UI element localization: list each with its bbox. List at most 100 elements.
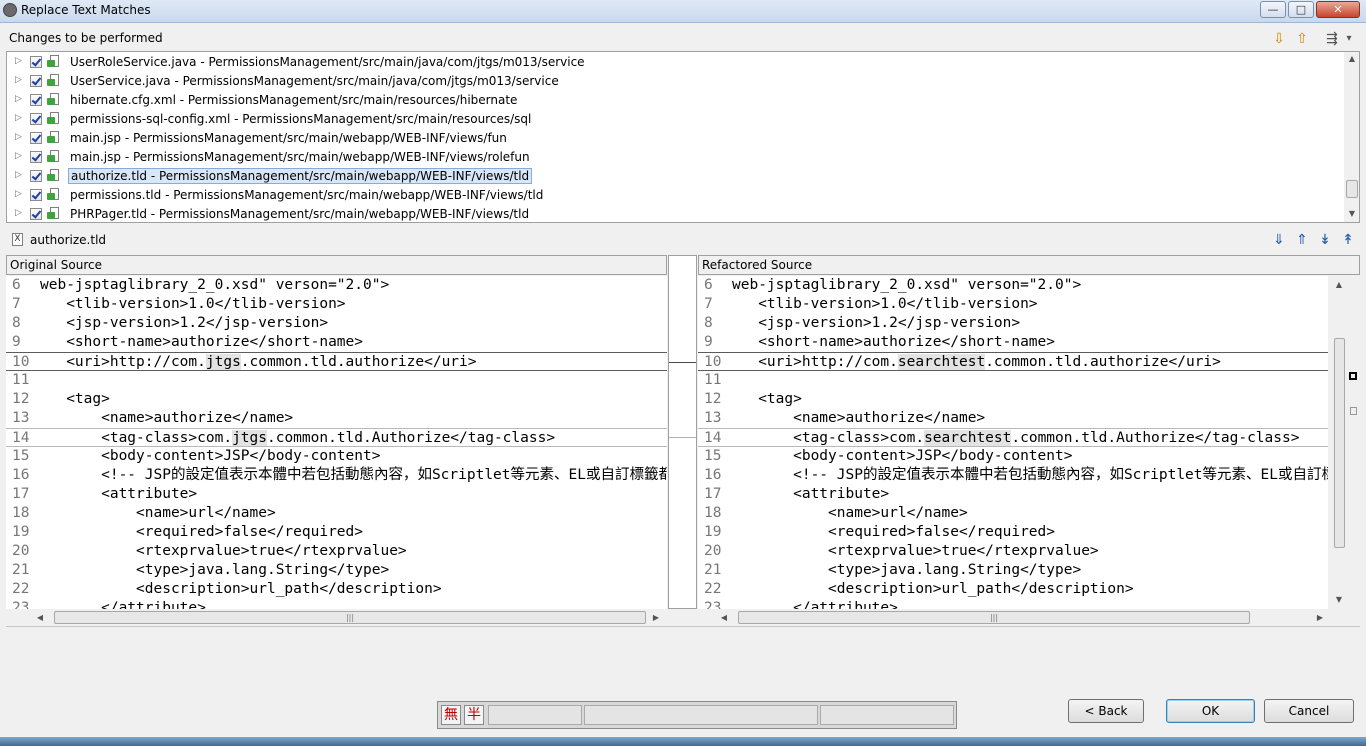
next-change-icon[interactable]: ⇓ (1270, 231, 1288, 249)
code-text: <jsp-version>1.2</jsp-version> (40, 315, 329, 331)
down-arrow-icon[interactable]: ⇩ (1270, 30, 1288, 48)
expand-arrow-icon[interactable]: ▷ (15, 151, 23, 161)
include-checkbox[interactable] (30, 75, 42, 87)
filter-icon[interactable]: ⇶ (1323, 30, 1341, 48)
expand-arrow-icon[interactable]: ▷ (15, 208, 23, 218)
scroll-right-icon[interactable]: ▶ (1312, 613, 1328, 622)
tree-item-label: UserRoleService.java - PermissionsManage… (70, 55, 585, 69)
refactored-scroll-thumb[interactable] (1334, 338, 1345, 548)
include-checkbox[interactable] (30, 208, 42, 220)
tree-item-label: authorize.tld - PermissionsManagement/sr… (68, 168, 533, 184)
scroll-right-icon[interactable]: ▶ (648, 613, 664, 622)
scroll-up-icon[interactable]: ▲ (1331, 280, 1347, 289)
tree-item-label: permissions.tld - PermissionsManagement/… (70, 188, 544, 202)
connector-line (669, 437, 696, 438)
changes-tree[interactable]: ▷ UserRoleService.java - PermissionsManag… (6, 51, 1360, 223)
line-number: 11 (704, 372, 722, 388)
up-arrow-icon[interactable]: ⇧ (1293, 30, 1311, 48)
line-number: 17 (704, 486, 722, 502)
tree-item[interactable]: ▷ main.jsp - PermissionsManagement/src/ma… (7, 148, 1342, 167)
scroll-left-icon[interactable]: ◀ (32, 613, 48, 622)
include-checkbox[interactable] (30, 132, 42, 144)
line-number: 10 (12, 354, 30, 370)
previous-change-icon[interactable]: ⇑ (1293, 231, 1311, 249)
refactored-horizontal-scrollbar[interactable]: ◀ ||| ▶ (716, 610, 1328, 625)
tree-item[interactable]: ▷ UserRoleService.java - PermissionsManag… (7, 53, 1342, 72)
tree-item[interactable]: ▷ permissions-sql-config.xml - Permission… (7, 110, 1342, 129)
tree-scroll-thumb[interactable] (1346, 180, 1358, 198)
include-checkbox[interactable] (30, 94, 42, 106)
scroll-down-icon[interactable]: ▼ (1344, 209, 1359, 218)
next-difference-icon[interactable]: ↡ (1316, 231, 1334, 249)
tree-item[interactable]: ▷ authorize.tld - PermissionsManagement/s… (7, 167, 1342, 186)
code-text: <!-- JSP的設定值表示本體中若包括動態內容，如Scriptlet等元素、E… (793, 467, 1328, 483)
original-horizontal-scrollbar[interactable]: ◀ ||| ▶ (32, 610, 665, 625)
line-number: 13 (12, 410, 30, 426)
tree-vertical-scrollbar[interactable]: ▲ ▼ (1344, 52, 1359, 222)
code-text: <rtexprvalue>true</rtexprvalue> (732, 543, 1099, 559)
include-checkbox[interactable] (30, 170, 42, 182)
code-text: <tag> (40, 391, 110, 407)
ok-button[interactable]: OK (1166, 699, 1255, 723)
dropdown-icon[interactable]: ▾ (1340, 30, 1358, 48)
scroll-left-icon[interactable]: ◀ (716, 613, 732, 622)
line-number: 15 (12, 448, 30, 464)
line-number: 16 (704, 467, 722, 483)
ime-toolbar[interactable]: 無 半 (437, 701, 957, 729)
code-text: <short-name>authorize</short-name> (732, 334, 1056, 350)
line-number: 23 (12, 600, 30, 609)
include-checkbox[interactable] (30, 56, 42, 68)
include-checkbox[interactable] (30, 151, 42, 163)
code-line: 20 <rtexprvalue>true</rtexprvalue> (6, 542, 667, 561)
code-text: <name>authorize</name> (732, 410, 986, 426)
line-number: 7 (12, 296, 21, 312)
previous-difference-icon[interactable]: ↟ (1339, 231, 1357, 249)
include-checkbox[interactable] (30, 113, 42, 125)
expand-arrow-icon[interactable]: ▷ (15, 189, 23, 199)
tree-item[interactable]: ▷ UserService.java - PermissionsManagemen… (7, 72, 1342, 91)
include-checkbox[interactable] (30, 189, 42, 201)
ime-mode-key[interactable]: 無 (441, 705, 461, 725)
line-number: 17 (12, 486, 30, 502)
refactored-source-editor[interactable]: 6 web-jsptaglibrary_2_0.xsd" verson="2.0"… (698, 276, 1328, 609)
ime-segment (488, 705, 582, 725)
tree-item[interactable]: ▷ hibernate.cfg.xml - PermissionsManageme… (7, 91, 1342, 110)
maximize-button[interactable]: □ (1288, 1, 1314, 18)
back-button[interactable]: < Back (1068, 699, 1144, 723)
code-line: 9 <short-name>authorize</short-name> (698, 333, 1328, 352)
expand-arrow-icon[interactable]: ▷ (15, 113, 23, 123)
expand-arrow-icon[interactable]: ▷ (15, 132, 23, 142)
ime-width-key[interactable]: 半 (464, 705, 484, 725)
scroll-down-icon[interactable]: ▼ (1331, 595, 1347, 604)
close-button[interactable]: ✕ (1316, 1, 1360, 18)
original-scroll-thumb[interactable]: ||| (54, 611, 646, 624)
file-change-icon (47, 131, 62, 145)
tree-item[interactable]: ▷ main.jsp - PermissionsManagement/src/ma… (7, 129, 1342, 148)
scroll-up-icon[interactable]: ▲ (1344, 54, 1359, 63)
expand-arrow-icon[interactable]: ▷ (15, 75, 23, 85)
expand-arrow-icon[interactable]: ▷ (15, 94, 23, 104)
file-change-icon (47, 207, 62, 221)
code-line: 7 <tlib-version>1.0</tlib-version> (6, 295, 667, 314)
expand-arrow-icon[interactable]: ▷ (15, 56, 23, 66)
line-number: 21 (704, 562, 722, 578)
tree-item[interactable]: ▷ PHRPager.tld - PermissionsManagement/sr… (7, 205, 1342, 222)
code-text: <attribute> (40, 486, 198, 502)
refactored-vertical-scrollbar[interactable]: ▲ ▼ (1331, 276, 1347, 609)
cancel-button[interactable]: Cancel (1264, 699, 1354, 723)
code-line: 11 (698, 371, 1328, 390)
line-number: 20 (704, 543, 722, 559)
overview-marker[interactable] (1349, 372, 1357, 380)
line-number: 8 (12, 315, 21, 331)
code-text: <body-content>JSP</body-content> (732, 448, 1073, 464)
line-number: 19 (12, 524, 30, 540)
minimize-button[interactable]: — (1260, 1, 1286, 18)
overview-marker[interactable] (1350, 407, 1357, 415)
code-line: 7 <tlib-version>1.0</tlib-version> (698, 295, 1328, 314)
tree-item[interactable]: ▷ permissions.tld - PermissionsManagement… (7, 186, 1342, 205)
original-source-editor[interactable]: 6 web-jsptaglibrary_2_0.xsd" verson="2.0"… (6, 276, 667, 609)
line-number: 19 (704, 524, 722, 540)
code-line: 10 <uri>http://com.searchtest.common.tld… (698, 352, 1328, 371)
expand-arrow-icon[interactable]: ▷ (15, 170, 23, 180)
refactored-scroll-thumb-horizontal[interactable]: ||| (738, 611, 1250, 624)
